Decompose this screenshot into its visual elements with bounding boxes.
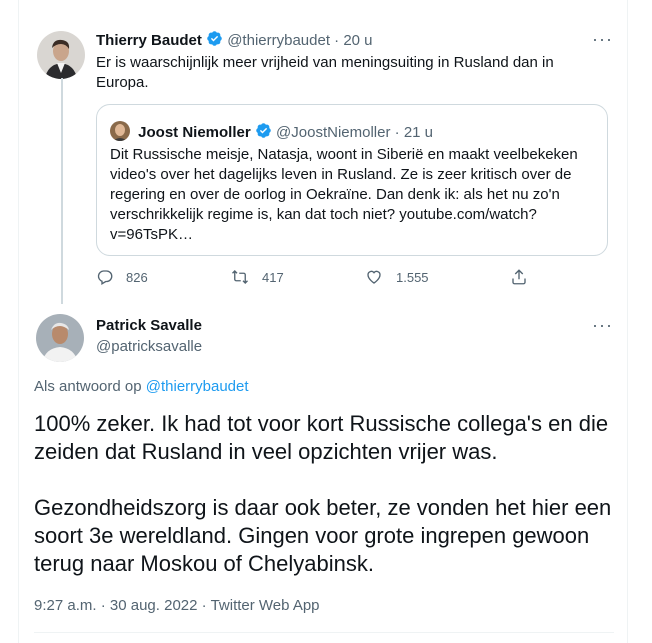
tweet2-meta: 9:27 a.m. · 30 aug. 2022 · Twitter Web A… <box>34 597 320 614</box>
tweet1-separator: · <box>334 32 340 49</box>
tweet1-time[interactable]: 20 u <box>343 32 372 49</box>
quote-handle: @JoostNiemoller <box>276 124 391 141</box>
tweet1-text: Er is waarschijnlijk meer vrijheid van m… <box>96 54 554 91</box>
tweet2-separator-2: · <box>201 597 207 614</box>
quoted-tweet[interactable]: Joost Niemoller @JoostNiemoller · 21 u D… <box>96 104 608 256</box>
verified-badge-icon <box>206 30 223 51</box>
tweet1-header: Thierry Baudet @thierrybaudet · 20 u <box>96 30 373 51</box>
more-icon[interactable]: ··· <box>592 316 613 334</box>
tweet1-handle[interactable]: @thierrybaudet <box>227 32 330 49</box>
like-icon <box>367 270 381 284</box>
verified-badge-icon <box>255 122 272 143</box>
retweet-button[interactable]: 417 <box>230 268 284 286</box>
tweet2-time[interactable]: 9:27 a.m. <box>34 597 97 614</box>
more-icon[interactable]: ··· <box>592 30 613 48</box>
quote-header: Joost Niemoller @JoostNiemoller · 21 u <box>110 121 433 143</box>
avatar-patrick-savalle[interactable] <box>36 314 84 362</box>
tweet2-handle[interactable]: @patricksavalle <box>96 338 202 355</box>
tweet2-separator-1: · <box>100 597 106 614</box>
tweet1-action-bar: 826 417 1.555 <box>96 266 536 292</box>
retweet-count: 417 <box>262 269 284 285</box>
avatar-joost-niemoller <box>110 121 130 141</box>
quote-time: 21 u <box>403 124 434 141</box>
tweet2-author-name-text: Patrick Savalle <box>96 317 202 334</box>
tweet2-body: 100% zeker. Ik had tot voor kort Russisc… <box>34 410 624 606</box>
share-button[interactable] <box>510 268 540 286</box>
quote-separator: · <box>394 124 400 141</box>
reply-icon <box>97 270 113 285</box>
reply-context: Als antwoord op @thierrybaudet <box>34 378 249 395</box>
tweet1-author-name[interactable]: Thierry Baudet <box>96 32 202 49</box>
like-count: 1.555 <box>396 269 429 285</box>
reply-button[interactable]: 826 <box>96 268 148 286</box>
retweet-icon <box>232 270 248 284</box>
share-icon <box>512 269 526 285</box>
like-button[interactable]: 1.555 <box>364 268 429 286</box>
reply-prefix: Als antwoord op <box>34 378 142 395</box>
quote-author-name: Joost Niemoller <box>138 124 251 141</box>
avatar-thierry-baudet[interactable] <box>37 31 85 79</box>
quote-text: Dit Russische meisje, Natasja, woont in … <box>110 146 578 243</box>
thread-connector-line <box>61 78 63 304</box>
tweet2-source: Twitter Web App <box>210 597 320 614</box>
reply-count: 826 <box>126 269 148 285</box>
reply-to-link[interactable]: @thierrybaudet <box>146 378 249 395</box>
tweet2-paragraph-1: 100% zeker. Ik had tot voor kort Russisc… <box>34 411 609 464</box>
tweet2-paragraph-2: Gezondheidszorg is daar ook beter, ze vo… <box>34 495 612 576</box>
tweet2-author-name[interactable]: Patrick Savalle <box>96 317 202 334</box>
tweet2-date[interactable]: 30 aug. 2022 <box>110 597 198 614</box>
divider <box>34 632 614 633</box>
